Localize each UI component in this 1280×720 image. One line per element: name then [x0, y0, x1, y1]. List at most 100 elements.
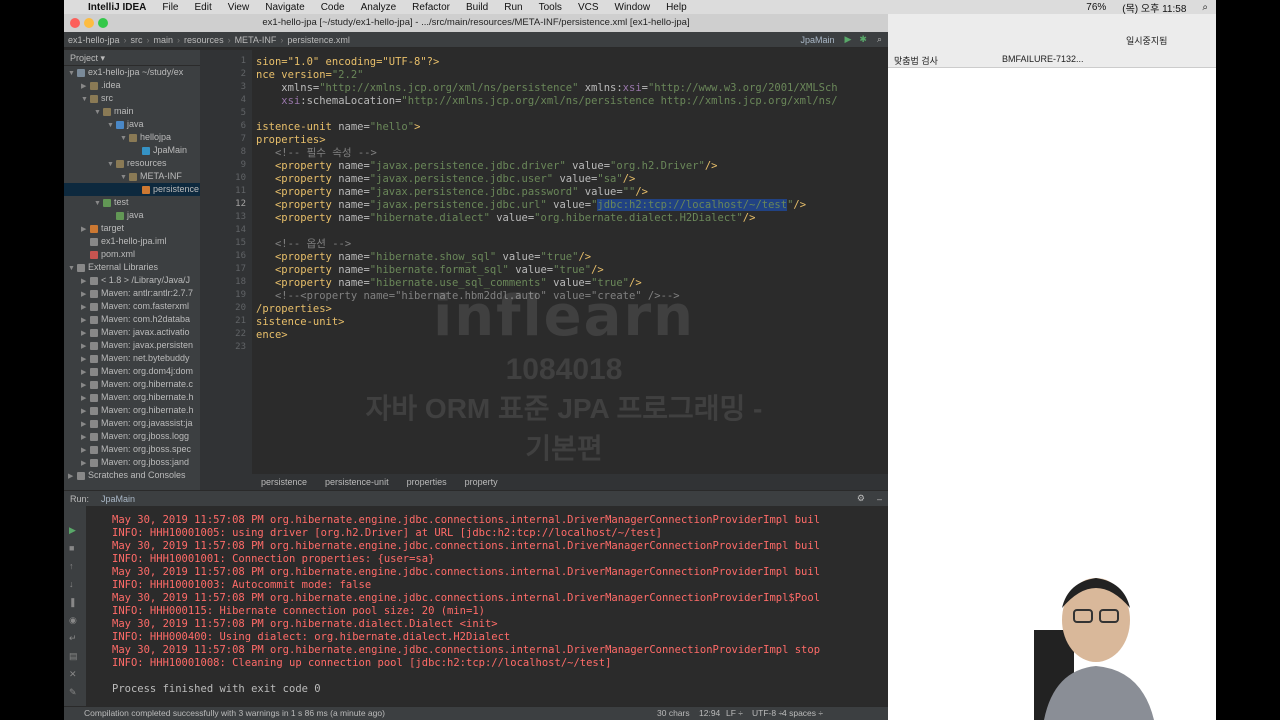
code-line[interactable]: istence-unit name="hello"> [256, 121, 420, 134]
minimize-window-icon[interactable] [84, 18, 94, 28]
tree-item[interactable]: ▼ hellojpa [64, 131, 200, 144]
tree-item[interactable]: ▶ .idea [64, 79, 200, 92]
expand-closed-icon[interactable]: ▶ [81, 301, 90, 313]
debug-icon[interactable]: ✱ [855, 34, 871, 45]
app-menu[interactable]: IntelliJ IDEA [80, 2, 154, 13]
tree-item[interactable]: JpaMain [64, 144, 200, 157]
trash-icon[interactable]: ✕ [69, 670, 80, 679]
tree-item[interactable]: java [64, 209, 200, 222]
tree-item[interactable]: ▶ Maven: net.bytebuddy [64, 352, 200, 365]
zoom-window-icon[interactable] [98, 18, 108, 28]
expand-closed-icon[interactable]: ▶ [81, 340, 90, 352]
code-line[interactable]: <property name="hibernate.dialect" value… [256, 212, 756, 225]
nav-crumb[interactable]: META-INF [231, 35, 281, 45]
indent-setting[interactable]: 4 spaces ÷ [782, 707, 823, 720]
code-line[interactable]: <property name="hibernate.format_sql" va… [256, 264, 604, 277]
code-line[interactable]: xmlns="http://xmlns.jcp.org/xml/ns/persi… [256, 82, 837, 95]
xml-crumb[interactable]: persistence-unit [316, 477, 398, 487]
run-tab-jpamain[interactable]: JpaMain [95, 494, 141, 504]
pin-icon[interactable]: ✎ [69, 688, 80, 697]
menu-view[interactable]: View [220, 2, 258, 13]
run-console[interactable]: May 30, 2019 11:57:08 PM org.hibernate.e… [86, 506, 886, 706]
nav-crumb[interactable]: persistence.xml [283, 35, 354, 45]
expand-closed-icon[interactable]: ▶ [81, 353, 90, 365]
tree-item[interactable]: ▶ Maven: org.jboss:jand [64, 456, 200, 469]
bookmark-bmfailure[interactable]: BMFAILURE-7132... [1002, 54, 1084, 64]
xml-crumb[interactable]: property [456, 477, 507, 487]
menu-refactor[interactable]: Refactor [404, 2, 458, 13]
expand-open-icon[interactable]: ▼ [107, 158, 116, 170]
expand-closed-icon[interactable]: ▶ [81, 80, 90, 92]
stop-icon[interactable]: ■ [69, 544, 80, 553]
expand-closed-icon[interactable]: ▶ [81, 314, 90, 326]
code-line[interactable]: <!-- 필수 속성 --> [256, 147, 377, 160]
tree-item[interactable]: ▶ < 1.8 > /Library/Java/J [64, 274, 200, 287]
soft-wrap-icon[interactable]: ↵ [69, 634, 80, 643]
menu-code[interactable]: Code [313, 2, 353, 13]
expand-open-icon[interactable]: ▼ [107, 119, 116, 131]
expand-open-icon[interactable]: ▼ [68, 67, 77, 79]
file-encoding[interactable]: UTF-8 ÷ [752, 707, 783, 720]
code-line[interactable]: nce version="2.2" [256, 69, 363, 82]
expand-closed-icon[interactable]: ▶ [81, 223, 90, 235]
xml-crumb[interactable]: properties [398, 477, 456, 487]
menu-vcs[interactable]: VCS [570, 2, 607, 13]
run-config-select[interactable]: JpaMain [794, 35, 840, 45]
nav-crumb[interactable]: src [127, 35, 147, 45]
tree-item[interactable]: ▶ Scratches and Consoles [64, 469, 200, 482]
tree-item[interactable]: ▶ Maven: javax.activatio [64, 326, 200, 339]
tree-item[interactable]: ▶ Maven: javax.persisten [64, 339, 200, 352]
menu-edit[interactable]: Edit [186, 2, 219, 13]
tree-item[interactable]: ▶ Maven: org.javassist:ja [64, 417, 200, 430]
hide-panel-icon[interactable]: – [871, 494, 888, 504]
tree-item[interactable]: ▶ Maven: org.hibernate.c [64, 378, 200, 391]
expand-closed-icon[interactable]: ▶ [81, 366, 90, 378]
expand-open-icon[interactable]: ▼ [120, 132, 129, 144]
project-panel-header[interactable]: Project ▾ [64, 50, 200, 66]
tree-item[interactable]: ▼ resources [64, 157, 200, 170]
menu-help[interactable]: Help [658, 2, 695, 13]
expand-closed-icon[interactable]: ▶ [81, 431, 90, 443]
code-line[interactable]: sion="1.0" encoding="UTF-8"?> [256, 56, 439, 69]
expand-closed-icon[interactable]: ▶ [81, 392, 90, 404]
tree-item[interactable]: ▼ META-INF [64, 170, 200, 183]
expand-open-icon[interactable]: ▼ [94, 197, 103, 209]
expand-closed-icon[interactable]: ▶ [81, 275, 90, 287]
rerun-icon[interactable]: ▶ [69, 526, 80, 535]
expand-open-icon[interactable]: ▼ [81, 93, 90, 105]
tree-item[interactable]: ▼ External Libraries [64, 261, 200, 274]
expand-closed-icon[interactable]: ▶ [68, 470, 77, 482]
nav-crumb[interactable]: main [150, 35, 178, 45]
code-line[interactable]: sistence-unit> [256, 316, 345, 329]
code-line[interactable]: /properties> [256, 303, 332, 316]
code-line[interactable]: ence> [256, 329, 288, 342]
clock[interactable]: (목) 오후 11:58 [1114, 0, 1194, 15]
menu-file[interactable]: File [154, 2, 186, 13]
menu-run[interactable]: Run [496, 2, 530, 13]
status-message[interactable]: Compilation completed successfully with … [84, 707, 385, 720]
scroll-down-icon[interactable]: ↓ [69, 580, 80, 589]
tree-item[interactable]: ▼ main [64, 105, 200, 118]
expand-open-icon[interactable]: ▼ [120, 171, 129, 183]
gear-icon[interactable]: ⚙ [851, 493, 871, 504]
pause-icon[interactable]: ❚ [69, 598, 80, 607]
code-line[interactable]: <property name="javax.persistence.jdbc.p… [256, 186, 648, 199]
tree-item[interactable]: ▶ Maven: org.jboss.spec [64, 443, 200, 456]
line-separator[interactable]: LF ÷ [726, 707, 743, 720]
code-line[interactable]: <property name="javax.persistence.jdbc.u… [256, 199, 806, 212]
profile-status[interactable]: 일시중지됨 [1126, 34, 1167, 47]
print-icon[interactable]: ▤ [69, 652, 80, 661]
close-window-icon[interactable] [70, 18, 80, 28]
nav-crumb[interactable]: resources [180, 35, 228, 45]
code-line[interactable]: properties> [256, 134, 326, 147]
expand-closed-icon[interactable]: ▶ [81, 457, 90, 469]
expand-closed-icon[interactable]: ▶ [81, 405, 90, 417]
expand-closed-icon[interactable]: ▶ [81, 327, 90, 339]
tree-item[interactable]: ▶ Maven: com.h2databa [64, 313, 200, 326]
caret-position[interactable]: 12:94 [699, 707, 720, 720]
nav-crumb[interactable]: ex1-hello-jpa [64, 35, 124, 45]
tree-item[interactable]: ▶ Maven: org.dom4j:dom [64, 365, 200, 378]
tree-item[interactable]: ▼ src [64, 92, 200, 105]
code-line[interactable]: <property name="javax.persistence.jdbc.d… [256, 160, 718, 173]
code-line[interactable]: <property name="javax.persistence.jdbc.u… [256, 173, 635, 186]
